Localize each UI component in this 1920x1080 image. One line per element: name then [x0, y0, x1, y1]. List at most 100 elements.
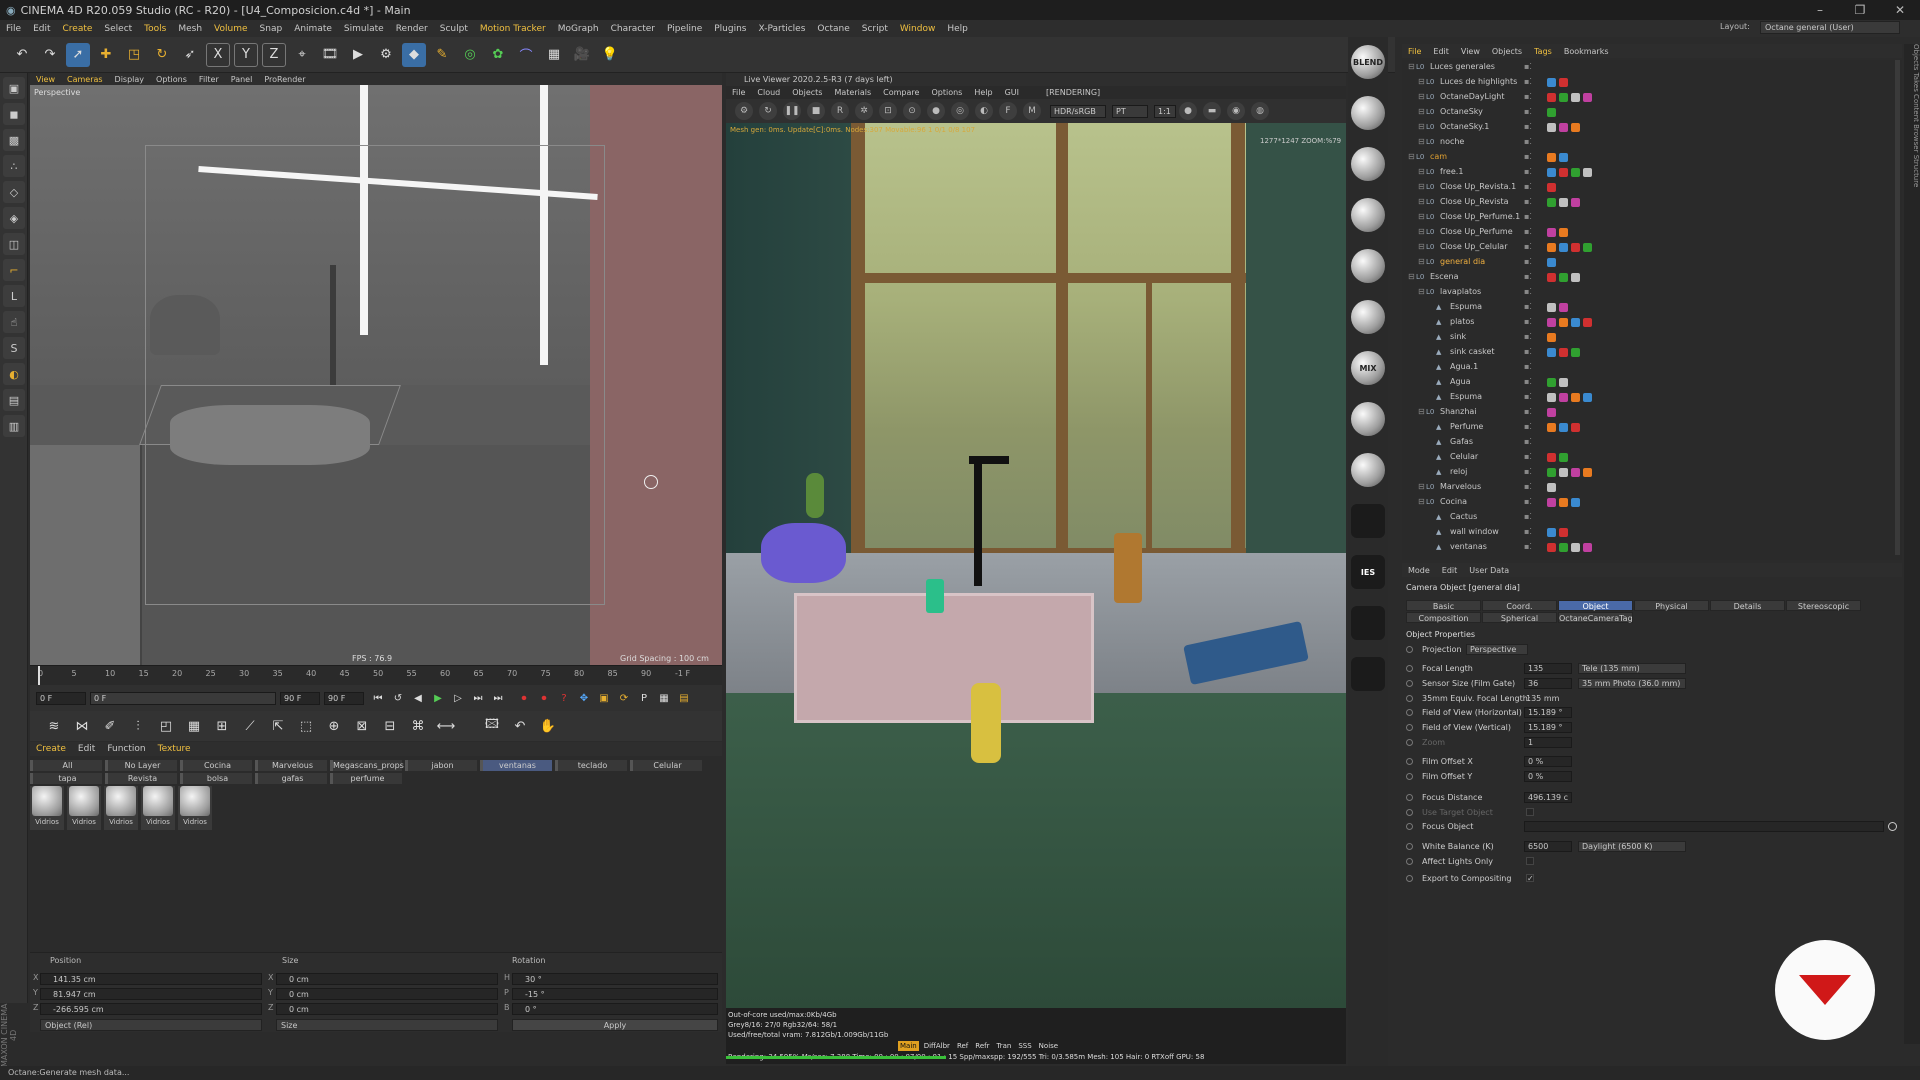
material-icon[interactable]: M [1023, 102, 1041, 120]
object-row[interactable]: ⊟ L0 Shanzhai ▪⁚ [1402, 405, 1902, 419]
object-tag-icon[interactable] [1583, 168, 1592, 177]
animate-radio[interactable] [1406, 724, 1413, 731]
position-z-field[interactable]: -266.595 cm [40, 1003, 262, 1015]
material-menu-create[interactable]: Create [30, 744, 72, 754]
live-viewer-menu-materials[interactable]: Materials [828, 88, 877, 97]
color-mode-dropdown[interactable]: HDR/sRGB [1050, 104, 1106, 118]
visibility-toggle[interactable]: ▪⁚ [1524, 270, 1532, 284]
visibility-toggle[interactable]: ▪⁚ [1524, 225, 1532, 239]
visibility-toggle[interactable]: ▪⁚ [1524, 435, 1532, 449]
object-tag-icon[interactable] [1559, 168, 1568, 177]
object-row[interactable]: ▲ Espuma ▪⁚ [1402, 390, 1902, 404]
material-tab-bolsa[interactable]: bolsa [180, 773, 252, 784]
live-viewer-menu-objects[interactable]: Objects [786, 88, 828, 97]
animate-radio[interactable] [1406, 739, 1413, 746]
pass-ref[interactable]: Ref [955, 1041, 970, 1051]
visibility-toggle[interactable]: ▪⁚ [1524, 315, 1532, 329]
object-tag-icon[interactable] [1571, 168, 1580, 177]
pick-focus-icon[interactable]: ⊙ [903, 102, 921, 120]
object-tag-icon[interactable] [1559, 198, 1568, 207]
model-mode-icon[interactable]: ◼ [3, 103, 25, 125]
lock-icon[interactable]: ⊡ [879, 102, 897, 120]
key-rotation-icon[interactable]: ⟳ [616, 690, 632, 706]
visibility-toggle[interactable]: ▪⁚ [1524, 300, 1532, 314]
rotate-tool-icon[interactable]: ↻ [150, 43, 174, 67]
menu-sculpt[interactable]: Sculpt [434, 24, 474, 34]
visibility-toggle[interactable]: ▪⁚ [1524, 180, 1532, 194]
render-canvas[interactable] [726, 123, 1346, 1008]
material-tab-perfume[interactable]: perfume [330, 773, 402, 784]
object-tag-icon[interactable] [1571, 318, 1580, 327]
octane-material-node-icon[interactable] [1351, 300, 1385, 334]
menu-snap[interactable]: Snap [254, 24, 289, 34]
object-tag-icon[interactable] [1547, 528, 1556, 537]
menu-edit[interactable]: Edit [27, 24, 56, 34]
visibility-toggle[interactable]: ▪⁚ [1524, 390, 1532, 404]
animate-radio[interactable] [1406, 680, 1413, 687]
live-viewer-menu-cloud[interactable]: Cloud [751, 88, 786, 97]
live-viewer-menu-gui[interactable]: GUI [999, 88, 1025, 97]
material-menu-edit[interactable]: Edit [72, 744, 101, 754]
menu-pipeline[interactable]: Pipeline [661, 24, 708, 34]
expand-icon[interactable]: ⊟ [1418, 165, 1425, 179]
property-value-field[interactable]: 36 [1524, 678, 1572, 689]
expand-icon[interactable]: ⊟ [1418, 405, 1425, 419]
menu-render[interactable]: Render [390, 24, 434, 34]
lock-workplane-icon[interactable]: ▤ [3, 389, 25, 411]
octane-material-node-icon[interactable] [1351, 249, 1385, 283]
object-row[interactable]: ▲ ventanas ▪⁚ [1402, 540, 1902, 554]
scale-tool-icon[interactable]: ◳ [122, 43, 146, 67]
material-swatch[interactable]: Vidrios [30, 786, 64, 830]
expand-icon[interactable]: ⊟ [1418, 285, 1425, 299]
material-tab-megascans-props[interactable]: Megascans_props [330, 760, 404, 771]
om-menu-file[interactable]: File [1402, 47, 1427, 56]
bevel-icon[interactable]: ⬚ [294, 714, 318, 738]
om-menu-objects[interactable]: Objects [1486, 47, 1528, 56]
animate-radio[interactable] [1406, 794, 1413, 801]
redo-icon[interactable]: ↷ [38, 43, 62, 67]
material-menu-texture[interactable]: Texture [152, 744, 197, 754]
kernel-dropdown[interactable]: PT [1112, 104, 1148, 118]
live-viewer-menu-help[interactable]: Help [968, 88, 998, 97]
property-value-field[interactable]: 1 [1524, 737, 1572, 748]
menu-mograph[interactable]: MoGraph [552, 24, 605, 34]
visibility-toggle[interactable]: ▪⁚ [1524, 60, 1532, 74]
viewport-menu-options[interactable]: Options [150, 75, 193, 84]
material-tab-cocina[interactable]: Cocina [180, 760, 252, 771]
object-tag-icon[interactable] [1547, 348, 1556, 357]
pass-noise[interactable]: Noise [1037, 1041, 1060, 1051]
workplane-icon[interactable]: ⌐ [3, 259, 25, 281]
next-key-icon[interactable]: ⏭ [470, 690, 486, 706]
connect-icon[interactable]: ⊠ [350, 714, 374, 738]
menu-motion-tracker[interactable]: Motion Tracker [474, 24, 552, 34]
octane-material-blend-icon[interactable]: BLEND [1351, 45, 1385, 79]
grid-icon[interactable]: ▦ [182, 714, 206, 738]
material-tab-all[interactable]: All [30, 760, 102, 771]
attribute-menu-mode[interactable]: Mode [1402, 566, 1436, 575]
material-tab-gafas[interactable]: gafas [255, 773, 327, 784]
viewport-menu-display[interactable]: Display [109, 75, 151, 84]
minimize-icon[interactable]: – [1800, 3, 1840, 17]
expand-icon[interactable]: ⊟ [1418, 105, 1425, 119]
coordinate-system-icon[interactable]: ⌖ [290, 43, 314, 67]
object-row[interactable]: ▲ Cactus ▪⁚ [1402, 510, 1902, 524]
maximize-icon[interactable]: ❐ [1840, 3, 1880, 17]
size-z-field[interactable]: 0 cm [276, 1003, 498, 1015]
render-picture-viewer-icon[interactable]: ▶ [346, 43, 370, 67]
property-preset-dropdown[interactable]: Daylight (6500 K) [1578, 841, 1686, 852]
rotation-h-field[interactable]: 30 ° [512, 973, 718, 985]
attribute-tab-spherical[interactable]: Spherical [1482, 612, 1557, 623]
visibility-toggle[interactable]: ▪⁚ [1524, 255, 1532, 269]
side-tabs[interactable]: Objects Takes Content Browser Structure [1904, 44, 1920, 1044]
visibility-toggle[interactable]: ▪⁚ [1524, 495, 1532, 509]
expand-icon[interactable]: ⊟ [1418, 75, 1425, 89]
object-row[interactable]: ⊟ L0 Cocina ▪⁚ [1402, 495, 1902, 509]
pass-tran[interactable]: Tran [994, 1041, 1013, 1051]
visibility-toggle[interactable]: ▪⁚ [1524, 510, 1532, 524]
menu-x-particles[interactable]: X-Particles [753, 24, 812, 34]
expand-icon[interactable]: ⊟ [1408, 60, 1415, 74]
z-axis-icon[interactable]: Z [262, 42, 286, 67]
loop-icon[interactable]: ◰ [154, 714, 178, 738]
playhead[interactable] [38, 666, 40, 686]
close-icon[interactable]: ✕ [1880, 3, 1920, 17]
